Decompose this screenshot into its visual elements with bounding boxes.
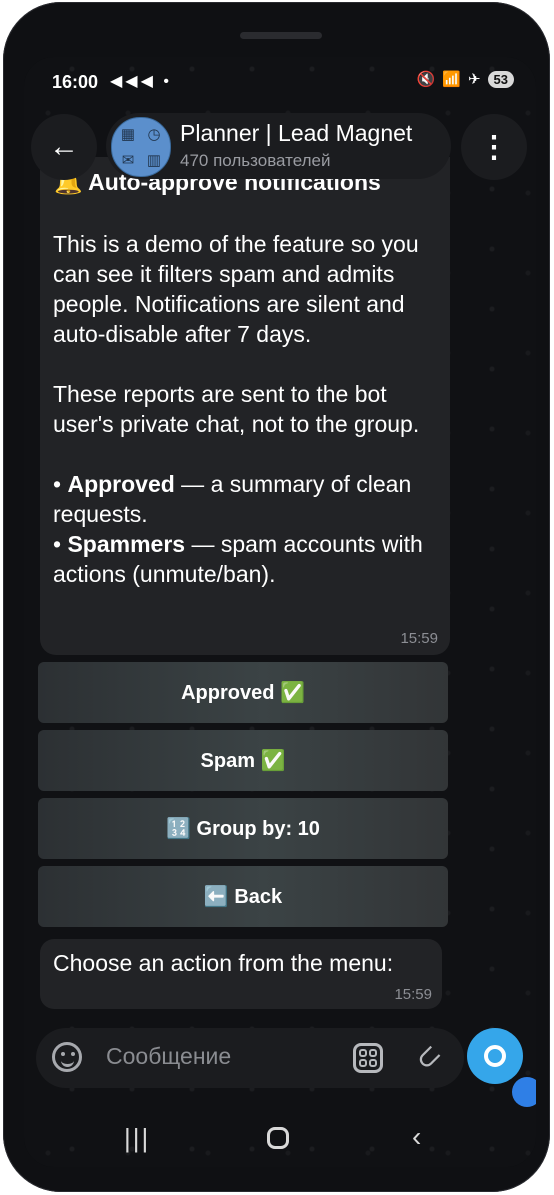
- status-right: 🔇 📶 ✈ 53: [417, 70, 514, 88]
- bullet-label: Approved: [67, 471, 175, 497]
- notification-icons: ◀◀◀ •: [110, 73, 172, 90]
- mute-icon: 🔇: [416, 71, 436, 88]
- chat-header[interactable]: ▦ ◷ ✉ ▥ Planner | Lead Magnet 470 пользо…: [106, 113, 451, 179]
- bullet-approved: • Approved — a summary of clean requests…: [53, 471, 412, 527]
- airplane-icon: ✈: [467, 71, 481, 88]
- camera-icon: [484, 1045, 506, 1067]
- message-text: Choose an action from the menu:: [53, 950, 394, 976]
- message-body: This is a demo of the feature so you can…: [53, 229, 443, 589]
- calendar-icon: ▦: [120, 126, 136, 143]
- chat-title: Planner | Lead Magnet: [180, 120, 413, 146]
- message-time: 15:59: [394, 986, 432, 1003]
- message-bubble[interactable]: Choose an action from the menu: 15:59: [40, 939, 442, 1009]
- screen: 16:00 ◀◀◀ • 🔇 📶 ✈ 53 🔔 Auto-approve noti…: [24, 57, 536, 1167]
- phone-frame: 16:00 ◀◀◀ • 🔇 📶 ✈ 53 🔔 Auto-approve noti…: [3, 2, 550, 1192]
- recent-apps-icon[interactable]: |||: [124, 1123, 150, 1154]
- more-vertical-icon: ⋮: [479, 130, 509, 164]
- mail-icon: ✉: [121, 152, 135, 169]
- message-composer: Сообщение ⊂: [36, 1028, 464, 1088]
- avatar[interactable]: ▦ ◷ ✉ ▥: [111, 117, 171, 177]
- message-paragraph: This is a demo of the feature so you can…: [53, 231, 419, 347]
- clock-icon: ◷: [147, 126, 161, 143]
- speaker-grille: [240, 32, 322, 39]
- message-paragraph: These reports are sent to the bot user's…: [53, 381, 420, 437]
- floating-badge-icon[interactable]: [512, 1077, 536, 1107]
- trash-icon: ▥: [146, 152, 162, 169]
- member-count: 470 пользователей: [180, 151, 331, 170]
- battery-icon: 53: [487, 70, 514, 88]
- arrow-left-icon: ←: [49, 130, 79, 163]
- back-button[interactable]: ⬅️ Back: [38, 866, 448, 927]
- status-time: 16:00: [52, 72, 99, 92]
- spam-button[interactable]: Spam ✅: [38, 730, 448, 791]
- status-bar: 16:00 ◀◀◀ • 🔇 📶 ✈ 53: [24, 57, 536, 107]
- back-nav-icon[interactable]: ‹: [412, 1121, 421, 1153]
- message-time: 15:59: [400, 630, 438, 647]
- message-bubble[interactable]: 🔔 Auto-approve notifications This is a d…: [40, 157, 450, 655]
- navigation-bar: ||| ‹: [24, 1119, 536, 1167]
- bullet-label: Spammers: [67, 531, 186, 557]
- emoji-icon[interactable]: [52, 1042, 82, 1072]
- back-arrow-button[interactable]: ←: [31, 114, 97, 180]
- group-by-button[interactable]: 🔢 Group by: 10: [38, 798, 448, 859]
- camera-button[interactable]: [467, 1028, 523, 1084]
- bullet-spammers: • Spammers — spam accounts with actions …: [53, 531, 423, 587]
- home-icon[interactable]: [267, 1127, 289, 1149]
- bot-commands-icon[interactable]: [353, 1043, 383, 1073]
- wifi-icon: 📶: [442, 71, 461, 88]
- attach-icon[interactable]: ⊂: [407, 1036, 450, 1079]
- approved-button[interactable]: Approved ✅: [38, 662, 448, 723]
- more-menu-button[interactable]: ⋮: [461, 114, 527, 180]
- message-input[interactable]: Сообщение: [106, 1043, 231, 1070]
